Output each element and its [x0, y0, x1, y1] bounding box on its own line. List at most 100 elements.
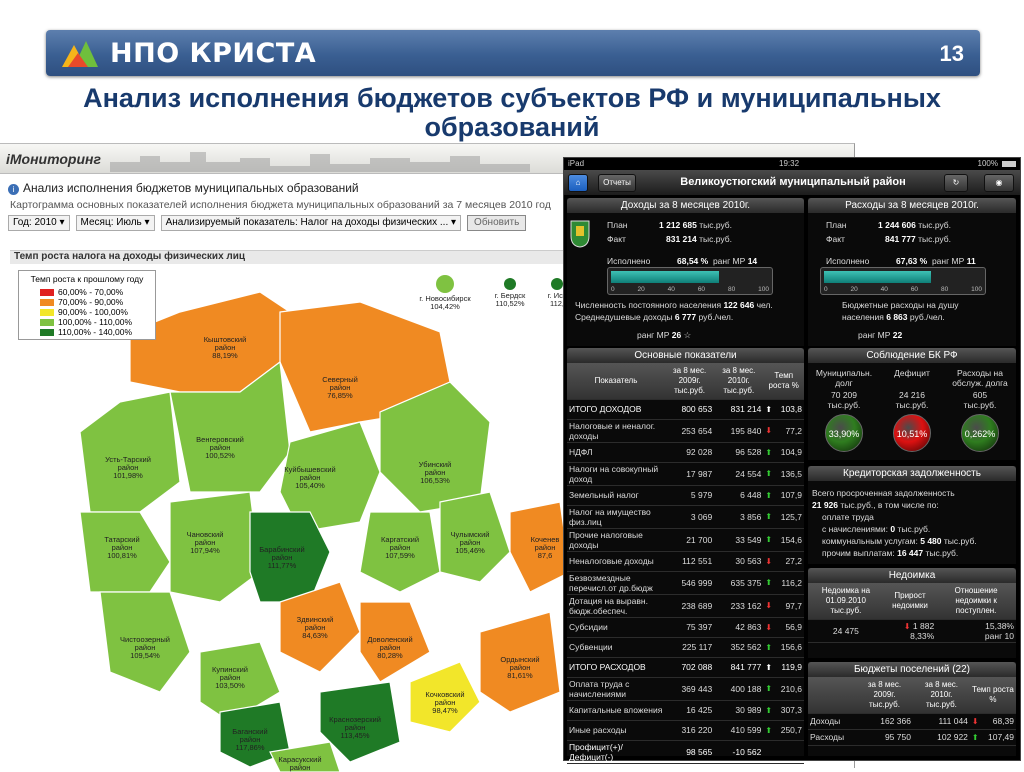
income-progress-fill	[611, 271, 720, 283]
table-row[interactable]: Оплата труда с начислениями 369 443 400 18…	[567, 677, 804, 701]
indicator-name: Земельный налог	[567, 485, 665, 506]
expense-rank2-label: ранг МР	[858, 330, 891, 340]
bk-item-unit: тыс.руб.	[895, 400, 929, 410]
report-subtitle-text: Анализ исполнения бюджетов муниципальных…	[23, 181, 359, 195]
map-cities: г. Новосибирск104,42%г. Бердск110,52%г. …	[419, 275, 567, 311]
main-indicators-rows: ИТОГО ДОХОДОВ 800 653 831 214 ⬆ 103,8 Налогов…	[567, 399, 804, 764]
value-2010: 831 214	[714, 399, 764, 420]
table-row[interactable]: Налоговые и неналог. доходы 253 654 195 84…	[567, 419, 804, 443]
credit-ins-label: с начислениями:	[822, 524, 888, 534]
table-row[interactable]: Иные расходы 316 220 410 599 ⬆ 250,7	[567, 720, 804, 741]
value-2010: 841 777	[714, 657, 764, 678]
region-shape[interactable]	[79, 391, 181, 513]
arrow-up-icon: ⬆	[763, 657, 776, 678]
bk-indicator-circle: 33,90%	[825, 414, 863, 452]
table-row[interactable]: Неналоговые доходы 112 551 30 563 ⬇ 27,2	[567, 551, 804, 572]
bk-item-unit: тыс.руб.	[963, 400, 997, 410]
eye-icon: ◉	[995, 178, 1003, 187]
growth-rate: 103,8	[775, 399, 804, 420]
bk-item-value: 605	[972, 390, 988, 400]
city-marker[interactable]	[436, 275, 454, 293]
map-regions	[79, 291, 570, 772]
expense-plan-label: План	[826, 220, 847, 230]
value-2009: 369 443	[665, 677, 715, 701]
arrears-panel: Недоимка Недоимка на 01.09.2010 тыс.руб.…	[808, 568, 1016, 658]
table-row[interactable]: Дотация на выравн. бюдж.обеспеч. 238 689 2…	[567, 594, 804, 618]
refresh-button[interactable]: Обновить	[467, 215, 527, 231]
expense-rank2-row: ранг МР 22	[858, 330, 902, 340]
table-row[interactable]: ИТОГО ДОХОДОВ 800 653 831 214 ⬆ 103,8	[567, 399, 804, 420]
expense-progress-gauge: 0 20 40 60 80 100	[820, 267, 986, 295]
chevron-down-icon: ▾	[451, 217, 457, 228]
value-2010: 410 599	[714, 720, 764, 741]
report-description: Картограмма основных показателей исполне…	[10, 199, 551, 211]
expense-note2: населения 6 863 руб./чел.	[842, 312, 945, 322]
income-rank2-value: 26	[671, 330, 682, 340]
table-row[interactable]: Субвенции 225 117 352 562 ⬆ 156,6	[567, 637, 804, 658]
region-value: 117,86%	[235, 743, 264, 752]
credit-other-row: прочим выплатам: 16 447 тыс.руб.	[822, 548, 958, 558]
expense-gauge-ticks: 0 20 40 60 80 100	[824, 286, 982, 293]
refresh-icon: ↻	[952, 178, 960, 187]
indicator-select[interactable]: Анализируемый показатель: Налог на доход…	[160, 215, 462, 231]
value-2010: 33 549	[714, 528, 764, 552]
legend-label: 100,00% - 110,00%	[58, 317, 133, 327]
gauge-tick: 60	[910, 286, 919, 293]
expense-plan-unit: тыс.руб.	[918, 220, 952, 230]
arrears-growth-value: 1 882	[912, 620, 935, 631]
table-row[interactable]: Налоги на совокупный доход 17 987 24 554 ⬆ 1…	[567, 462, 804, 486]
expense-fact-row: Факт	[826, 234, 845, 244]
month-select[interactable]: Месяц: Июль ▾	[75, 215, 155, 231]
settlements-header: Бюджеты поселений (22)	[808, 662, 1016, 677]
expense-note2-unit: руб./чел.	[909, 312, 945, 322]
view-icon-button[interactable]: ◉	[984, 174, 1014, 192]
city-marker[interactable]	[504, 278, 516, 290]
table-row[interactable]: Профицит(+)/ Дефицит(-) 98 565 -10 562	[567, 740, 804, 764]
table-row[interactable]: Безвозмездные перечисл.от др.бюдж 546 999…	[567, 571, 804, 595]
income-fact-value: 831 214	[666, 234, 697, 244]
arrears-header-row: Недоимка на 01.09.2010 тыс.руб. Прирост …	[808, 583, 1016, 620]
year-select-value: Год: 2010	[13, 217, 57, 228]
bk-item-label: Муниципальн. долг	[815, 368, 873, 388]
expense-progress-fill	[824, 271, 931, 283]
growth-rate: 125,7	[775, 505, 804, 529]
arrears-table: Недоимка на 01.09.2010 тыс.руб. Прирост …	[808, 583, 1016, 643]
arrears-col3: Отношение недоимки к поступлен.	[936, 583, 1016, 620]
table-row[interactable]: Субсидии 75 397 42 863 ⬇ 56,9	[567, 617, 804, 638]
credit-header: Кредиторская задолженность	[808, 466, 1016, 481]
table-row[interactable]: Прочие налоговые доходы 21 700 33 549 ⬆ 154,…	[567, 528, 804, 552]
star-icon: ☆	[683, 330, 692, 340]
credit-total-row: 21 926 тыс.руб., в том числе по:	[812, 500, 939, 510]
growth-rate: 116,2	[775, 571, 804, 595]
region-value: 76,85%	[327, 391, 353, 400]
region-value: 106,53%	[420, 476, 450, 485]
value-2010: 6 448	[714, 485, 764, 506]
region-value: 103,50%	[215, 681, 245, 690]
legend-swatch	[40, 318, 54, 326]
table-row[interactable]: Налог на имущество физ.лиц 3 069 3 856 ⬆ 125…	[567, 505, 804, 529]
region-value: 100,81%	[107, 551, 137, 560]
income-fact-value-row: 831 214 тыс.руб.	[666, 234, 732, 244]
bk-item-label: Дефицит	[894, 368, 930, 378]
table-row[interactable]: Доходы 162 366 111 044 ⬇ 68,39	[808, 713, 1016, 730]
value-2009: 238 689	[665, 594, 715, 618]
year-select[interactable]: Год: 2010 ▾	[8, 215, 70, 231]
bk-indicator-circle: 10,51%	[893, 414, 931, 452]
table-row[interactable]: Капитальные вложения 16 425 30 989 ⬆ 307,3	[567, 700, 804, 721]
table-row[interactable]: НДФЛ 92 028 96 528 ⬆ 104,9	[567, 442, 804, 463]
arrow-up-icon: ⬆	[763, 462, 776, 486]
city-marker[interactable]	[551, 278, 563, 290]
refresh-icon-button[interactable]: ↻	[944, 174, 968, 192]
arrow-up-icon: ⬆	[763, 399, 776, 420]
report-subtitle: i Анализ исполнения бюджетов муниципальны…	[8, 181, 359, 195]
table-row[interactable]: ИТОГО РАСХОДОВ 702 088 841 777 ⬆ 119,9	[567, 657, 804, 678]
region-value: 105,46%	[455, 546, 485, 555]
indicator-name: НДФЛ	[567, 442, 665, 463]
value-2010: 3 856	[714, 505, 764, 529]
value-2010: 195 840	[714, 419, 764, 443]
table-row[interactable]: Земельный налог 5 979 6 448 ⬆ 107,9	[567, 485, 804, 506]
expense-done-value-row: 67,63 % ранг МР 11	[896, 256, 976, 266]
growth-rate: 56,9	[775, 617, 804, 638]
table-row[interactable]: Расходы 95 750 102 922 ⬆ 107,49	[808, 729, 1016, 746]
arrow-down-icon: ⬇	[763, 617, 776, 638]
